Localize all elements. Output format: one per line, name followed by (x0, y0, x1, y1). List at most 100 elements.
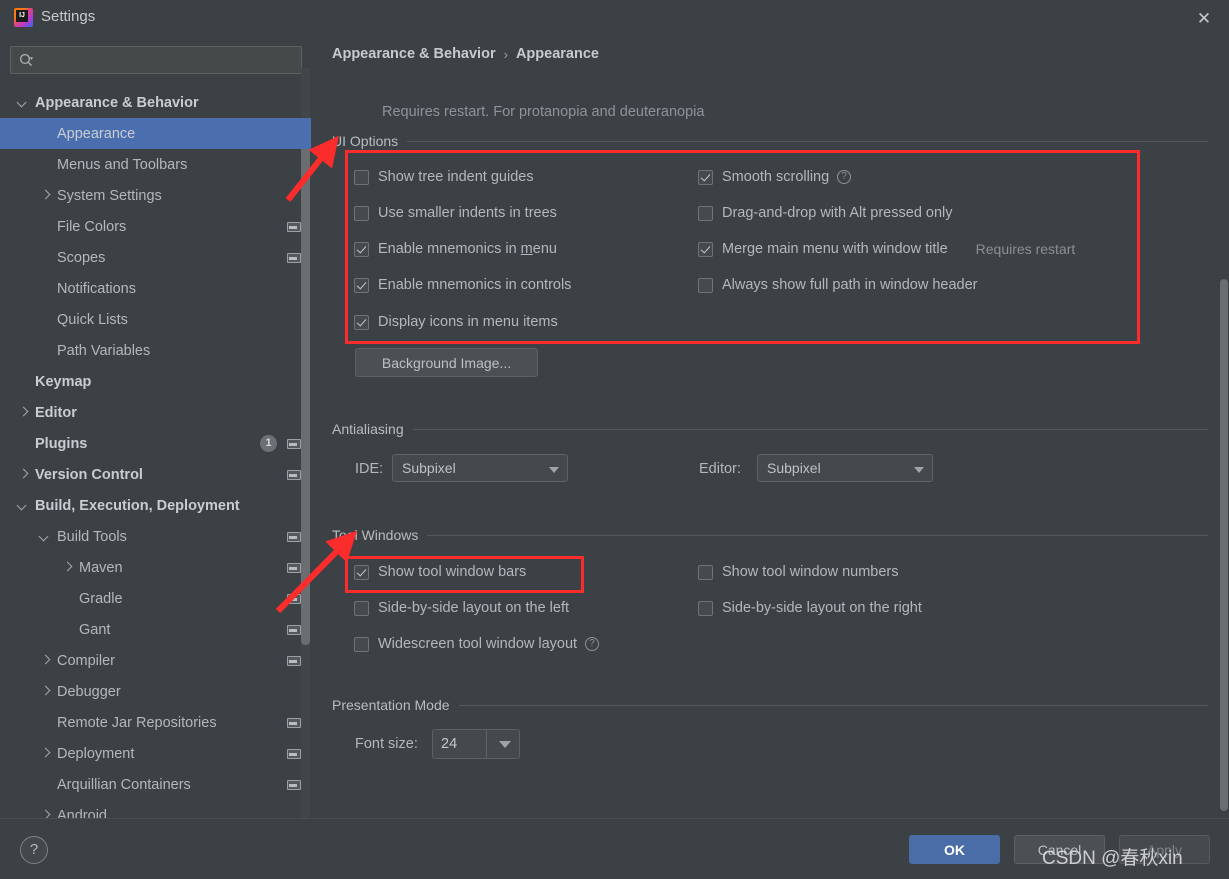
checkbox-enable-mnemonics-in-menu[interactable]: Enable mnemonics in menu (354, 241, 557, 257)
sidebar-item-label: Build, Execution, Deployment (35, 497, 240, 514)
chevron-down-icon[interactable] (40, 531, 51, 542)
chevron-down-icon[interactable] (487, 730, 519, 758)
checkbox-label: Show tree indent guides (378, 169, 534, 185)
sidebar-item-deployment[interactable]: Deployment (0, 738, 311, 769)
search-box[interactable] (10, 46, 302, 74)
help-circle-icon[interactable]: ? (837, 170, 852, 184)
chevron-down-icon[interactable] (541, 455, 567, 481)
chevron-right-icon[interactable] (40, 655, 51, 666)
section-title-ui-options: UI Options (332, 133, 399, 149)
sidebar-item-scopes[interactable]: Scopes (0, 242, 311, 273)
checkbox-box-icon[interactable] (354, 169, 369, 185)
ok-button[interactable]: OK (909, 835, 1000, 864)
checkbox-box-icon[interactable] (698, 169, 713, 185)
checkbox-display-icons-in-menu-items[interactable]: Display icons in menu items (354, 314, 558, 330)
sidebar-item-remote-jar-repositories[interactable]: Remote Jar Repositories (0, 707, 311, 738)
checkbox-drag-and-drop-alt[interactable]: Drag-and-drop with Alt pressed only (698, 205, 953, 221)
title-bar: Settings ✕ (0, 0, 1229, 34)
project-scope-icon (287, 253, 301, 263)
chevron-right-icon[interactable] (40, 686, 51, 697)
sidebar-item-debugger[interactable]: Debugger (0, 676, 311, 707)
sidebar-item-build-execution-deployment[interactable]: Build, Execution, Deployment (0, 490, 311, 521)
sidebar-item-arquillian-containers[interactable]: Arquillian Containers (0, 769, 311, 800)
checkbox-merge-main-menu-with-window-title[interactable]: Merge main menu with window title Requir… (698, 241, 1075, 257)
checkbox-box-icon[interactable] (354, 241, 369, 257)
sidebar-item-gant[interactable]: Gant (0, 614, 311, 645)
checkbox-box-icon[interactable] (698, 564, 713, 580)
section-divider (412, 428, 1208, 430)
chevron-down-icon[interactable] (18, 500, 29, 511)
checkbox-label: Always show full path in window header (722, 277, 978, 293)
checkbox-box-icon[interactable] (698, 241, 713, 257)
editor-antialiasing-select[interactable]: Subpixel (757, 454, 933, 482)
sidebar-item-menus-and-toolbars[interactable]: Menus and Toolbars (0, 149, 311, 180)
chevron-right-icon[interactable] (40, 190, 51, 201)
chevron-right-icon[interactable] (40, 748, 51, 759)
checkbox-smooth-scrolling[interactable]: Smooth scrolling ? (698, 169, 852, 185)
sidebar-item-quick-lists[interactable]: Quick Lists (0, 304, 311, 335)
checkbox-show-tool-window-bars[interactable]: Show tool window bars (354, 564, 526, 580)
project-scope-icon (287, 594, 301, 604)
checkbox-box-icon[interactable] (354, 314, 369, 330)
sidebar-item-path-variables[interactable]: Path Variables (0, 335, 311, 366)
checkbox-box-icon[interactable] (354, 564, 369, 580)
checkbox-show-tool-window-numbers[interactable]: Show tool window numbers (698, 564, 899, 580)
checkbox-box-icon[interactable] (354, 636, 369, 652)
sidebar-item-compiler[interactable]: Compiler (0, 645, 311, 676)
search-icon (19, 53, 34, 68)
sidebar-item-label: Path Variables (57, 342, 151, 359)
checkbox-box-icon[interactable] (698, 277, 713, 293)
sidebar-item-keymap[interactable]: Keymap (0, 366, 311, 397)
sidebar-item-label: Android (57, 807, 107, 819)
sidebar-item-label: Keymap (35, 373, 92, 390)
sidebar-item-appearance-behavior[interactable]: Appearance & Behavior (0, 87, 311, 118)
sidebar-item-version-control[interactable]: Version Control (0, 459, 311, 490)
checkbox-box-icon[interactable] (354, 205, 369, 221)
sidebar-item-android[interactable]: Android (0, 800, 311, 819)
checkbox-always-show-full-path[interactable]: Always show full path in window header (698, 277, 978, 293)
ide-antialiasing-select[interactable]: Subpixel (392, 454, 568, 482)
checkbox-side-by-side-left[interactable]: Side-by-side layout on the left (354, 600, 569, 616)
section-header-presentation-mode: Presentation Mode (332, 697, 1208, 713)
breadcrumb-parent[interactable]: Appearance & Behavior (332, 46, 496, 62)
chevron-right-icon[interactable] (18, 407, 29, 418)
search-input[interactable] (41, 47, 297, 73)
sidebar-item-maven[interactable]: Maven (0, 552, 311, 583)
sidebar-item-badge: 1 (260, 435, 277, 452)
close-icon[interactable]: ✕ (1189, 5, 1219, 31)
sidebar-item-gradle[interactable]: Gradle (0, 583, 311, 614)
checkbox-label: Smooth scrolling (722, 169, 830, 185)
checkbox-box-icon[interactable] (354, 600, 369, 616)
checkbox-box-icon[interactable] (354, 277, 369, 293)
sidebar-item-editor[interactable]: Editor (0, 397, 311, 428)
sidebar-item-system-settings[interactable]: System Settings (0, 180, 311, 211)
checkbox-use-smaller-indents-in-trees[interactable]: Use smaller indents in trees (354, 205, 557, 221)
section-divider (407, 140, 1208, 142)
chevron-down-icon[interactable] (18, 97, 29, 108)
main-scrollbar-thumb[interactable] (1220, 279, 1228, 811)
checkbox-widescreen-tool-window-layout[interactable]: Widescreen tool window layout ? (354, 636, 600, 652)
sidebar-item-build-tools[interactable]: Build Tools (0, 521, 311, 552)
sidebar-item-plugins[interactable]: Plugins 1 (0, 428, 311, 459)
chevron-right-icon[interactable] (18, 469, 29, 480)
font-size-combo[interactable]: 24 (432, 729, 520, 759)
sidebar-item-notifications[interactable]: Notifications (0, 273, 311, 304)
checkbox-show-tree-indent-guides[interactable]: Show tree indent guides (354, 169, 534, 185)
help-circle-icon[interactable]: ? (585, 637, 600, 651)
font-size-value[interactable]: 24 (433, 736, 486, 752)
cancel-button[interactable]: Cancel (1014, 835, 1105, 864)
chevron-right-icon[interactable] (62, 562, 73, 573)
sidebar-item-appearance[interactable]: Appearance (0, 118, 311, 149)
chevron-right-icon[interactable] (40, 810, 51, 818)
background-image-button[interactable]: Background Image... (355, 348, 538, 377)
checkbox-box-icon[interactable] (698, 600, 713, 616)
sidebar-item-file-colors[interactable]: File Colors (0, 211, 311, 242)
checkbox-box-icon[interactable] (698, 205, 713, 221)
chevron-down-icon[interactable] (906, 455, 932, 481)
checkbox-enable-mnemonics-in-controls[interactable]: Enable mnemonics in controls (354, 277, 571, 293)
help-button[interactable]: ? (20, 836, 48, 864)
checkbox-side-by-side-right[interactable]: Side-by-side layout on the right (698, 600, 922, 616)
apply-button: Apply (1119, 835, 1210, 864)
